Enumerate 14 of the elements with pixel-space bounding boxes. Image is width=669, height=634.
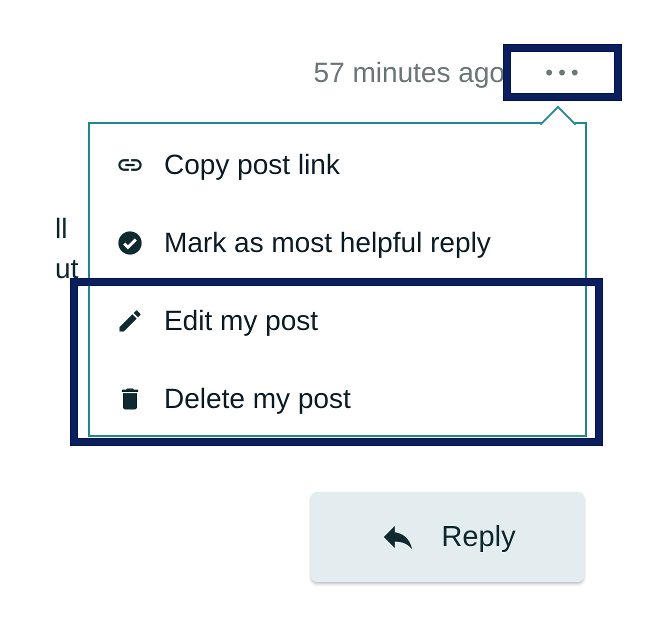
body-text: ll <box>55 212 68 246</box>
menu-item-label: Delete my post <box>164 383 351 415</box>
reply-button[interactable]: Reply <box>311 492 584 582</box>
menu-item[interactable]: Mark as most helpful reply <box>90 204 585 282</box>
timestamp: 57 minutes ago <box>314 56 505 88</box>
more-button[interactable]: ••• <box>511 52 614 93</box>
body-text: ut <box>55 252 78 286</box>
menu-item-label: Copy post link <box>164 149 340 181</box>
menu-item-label: Mark as most helpful reply <box>164 227 491 259</box>
checkmark-icon <box>116 229 144 257</box>
menu-item-label: Edit my post <box>164 305 318 337</box>
menu-item[interactable]: Edit my post <box>90 282 585 360</box>
menu-item[interactable]: Copy post link <box>90 126 585 204</box>
menu-item[interactable]: Delete my post <box>90 360 585 438</box>
